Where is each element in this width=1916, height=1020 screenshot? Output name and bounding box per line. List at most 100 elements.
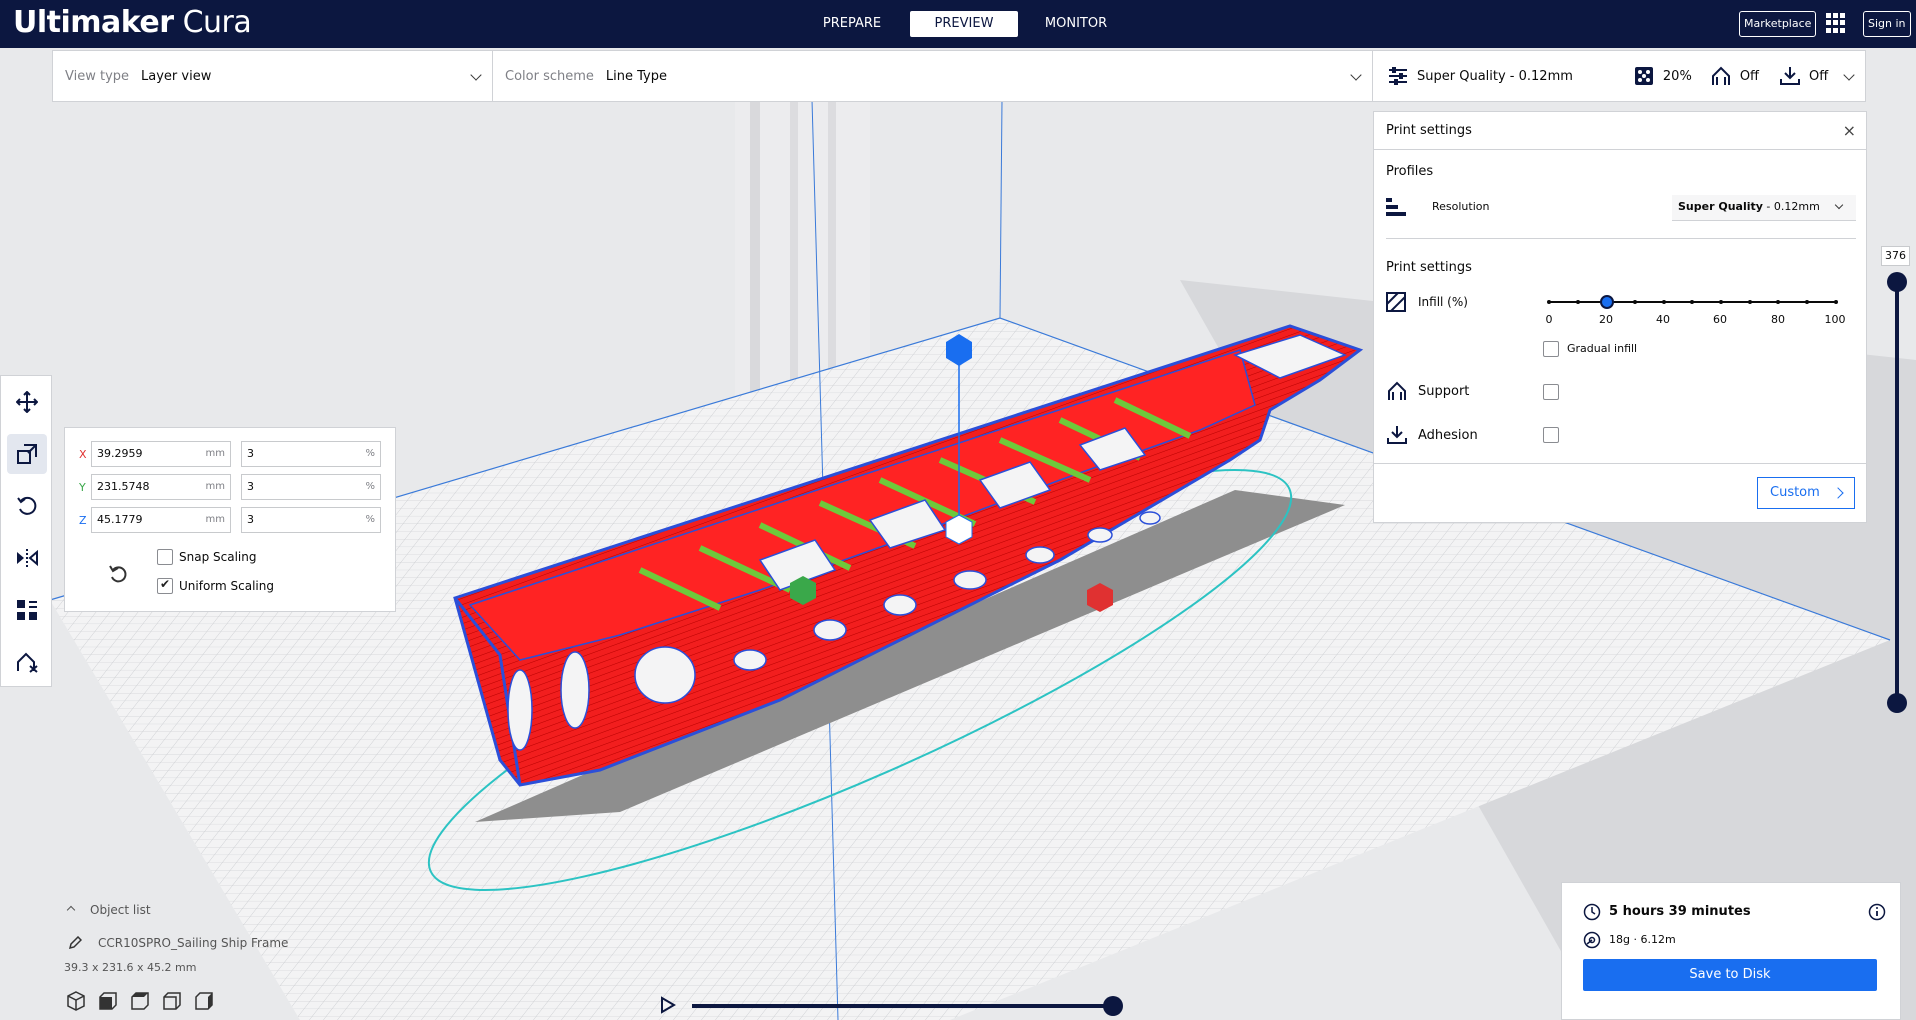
camera-view-buttons	[66, 991, 214, 1011]
infill-pattern-icon	[1386, 292, 1406, 312]
reset-scale-icon[interactable]	[108, 562, 128, 584]
divider	[1386, 238, 1856, 239]
chevron-down-icon	[1350, 69, 1362, 81]
support-blocker-icon	[17, 652, 38, 673]
support-blocker-button[interactable]	[7, 642, 47, 682]
print-estimate-panel: 5 hours 39 minutes 18g · 6.12m Save to D…	[1561, 882, 1901, 1020]
uniform-scaling-label: Uniform Scaling	[179, 579, 274, 593]
uniform-scaling-checkbox[interactable]	[157, 577, 173, 594]
scale-icon	[17, 444, 37, 464]
print-settings-title: Print settings ×	[1374, 112, 1866, 150]
right-view-icon[interactable]	[194, 991, 214, 1011]
x-percent-field[interactable]: 3%	[241, 441, 381, 467]
move-tool-button[interactable]	[7, 382, 47, 422]
scale-panel: X 39.2959 mm 3% Y 231.5748 mm 3% Z 45.1779…	[64, 427, 396, 612]
move-icon	[16, 391, 38, 413]
infill-tick-0: 0	[1545, 313, 1553, 326]
color-scheme-value: Line Type	[605, 68, 667, 84]
save-to-disk-button[interactable]: Save to Disk	[1583, 959, 1877, 991]
chevron-down-icon	[470, 69, 482, 81]
infill-slider-handle[interactable]	[1599, 295, 1614, 309]
mirror-icon	[17, 549, 38, 567]
layer-slider-bottom-handle[interactable]	[1887, 693, 1907, 713]
profiles-heading: Profiles	[1386, 164, 1434, 179]
chevron-down-icon	[1834, 200, 1844, 210]
print-settings-summary[interactable]: Super Quality - 0.12mm 20% Off Off	[1373, 51, 1865, 101]
marketplace-button[interactable]: Marketplace	[1739, 11, 1817, 37]
mirror-tool-button[interactable]	[7, 538, 47, 578]
path-slider[interactable]	[692, 1004, 1112, 1008]
rotate-tool-button[interactable]	[7, 486, 47, 526]
resolution-icon	[1386, 198, 1406, 216]
tab-monitor[interactable]: MONITOR	[1022, 11, 1130, 37]
clock-icon	[1583, 903, 1601, 921]
adhesion-icon	[1780, 67, 1801, 85]
material-spool-icon	[1583, 931, 1601, 949]
top-view-icon[interactable]	[130, 991, 150, 1011]
app-header: Ultimaker Cura PREPARE PREVIEW MONITOR M…	[0, 0, 1916, 48]
pencil-icon[interactable]	[68, 936, 82, 950]
chevron-down-icon	[1843, 69, 1855, 81]
tool-sidebar	[0, 375, 52, 687]
per-model-settings-button[interactable]	[7, 590, 47, 630]
object-dimensions: 39.3 x 231.6 x 45.2 mm	[64, 961, 197, 974]
support-label: Support	[1418, 384, 1470, 399]
snap-scaling-checkbox[interactable]	[157, 549, 173, 565]
x-axis-label: X	[79, 448, 87, 461]
scale-tool-button[interactable]	[7, 434, 47, 474]
snap-scaling-label: Snap Scaling	[179, 550, 257, 564]
front-view-icon[interactable]	[98, 991, 118, 1011]
infill-tick-60: 60	[1713, 313, 1727, 326]
y-percent-field[interactable]: 3%	[241, 474, 381, 500]
chevron-right-icon	[1832, 487, 1844, 499]
view-type-dropdown[interactable]: View type Layer view	[53, 51, 493, 101]
apps-grid-icon[interactable]	[1826, 13, 1846, 33]
adhesion-summary: Off	[1809, 68, 1829, 84]
left-view-icon[interactable]	[162, 991, 182, 1011]
play-icon[interactable]	[660, 996, 676, 1014]
infill-label: Infill (%)	[1418, 295, 1468, 309]
print-settings-panel: Print settings × Profiles Resolution Sup…	[1373, 111, 1867, 523]
path-slider-handle[interactable]	[1103, 996, 1123, 1016]
settings-sliders-icon	[1389, 67, 1407, 85]
z-axis-label: Z	[79, 514, 87, 527]
divider	[1374, 463, 1866, 464]
info-icon[interactable]	[1868, 903, 1886, 921]
print-settings-heading: Print settings	[1386, 260, 1472, 275]
infill-tick-20: 20	[1599, 313, 1613, 326]
layer-number-field[interactable]: 376	[1881, 246, 1910, 266]
tab-preview[interactable]: PREVIEW	[910, 11, 1018, 37]
y-axis-label: Y	[79, 481, 86, 494]
close-icon[interactable]: ×	[1843, 112, 1856, 150]
support-checkbox[interactable]	[1543, 384, 1559, 400]
z-mm-field[interactable]: 45.1779 mm	[91, 507, 231, 533]
signin-button[interactable]: Sign in	[1863, 11, 1911, 37]
tab-prepare[interactable]: PREPARE	[798, 11, 906, 37]
gradual-infill-label: Gradual infill	[1567, 342, 1638, 355]
z-percent-field[interactable]: 3%	[241, 507, 381, 533]
custom-settings-button[interactable]: Custom	[1757, 477, 1855, 509]
gradual-infill-checkbox[interactable]	[1543, 341, 1559, 357]
3d-view-icon[interactable]	[66, 991, 86, 1011]
object-list-heading: Object list	[90, 903, 151, 917]
profile-summary: Super Quality - 0.12mm	[1417, 68, 1573, 84]
color-scheme-dropdown[interactable]: Color scheme Line Type	[493, 51, 1373, 101]
resolution-label: Resolution	[1432, 200, 1490, 213]
view-type-label: View type	[65, 68, 130, 84]
print-time: 5 hours 39 minutes	[1609, 904, 1751, 919]
x-mm-field[interactable]: 39.2959 mm	[91, 441, 231, 467]
view-type-value: Layer view	[141, 68, 212, 84]
infill-tick-100: 100	[1824, 313, 1846, 326]
adhesion-checkbox[interactable]	[1543, 427, 1559, 443]
support-icon	[1711, 66, 1730, 85]
support-icon	[1388, 381, 1406, 400]
resolution-dropdown[interactable]: Super Quality - 0.12mm	[1672, 195, 1856, 221]
view-settings-bar: View type Layer view Color scheme Line T…	[52, 50, 1866, 102]
adhesion-label: Adhesion	[1418, 428, 1478, 443]
support-summary: Off	[1739, 68, 1760, 84]
infill-icon	[1634, 67, 1653, 85]
object-name: CCR10SPRO_Sailing Ship Frame	[98, 936, 289, 950]
y-mm-field[interactable]: 231.5748 mm	[91, 474, 231, 500]
infill-summary: 20%	[1662, 68, 1692, 84]
layer-slider-top-handle[interactable]	[1887, 272, 1907, 292]
